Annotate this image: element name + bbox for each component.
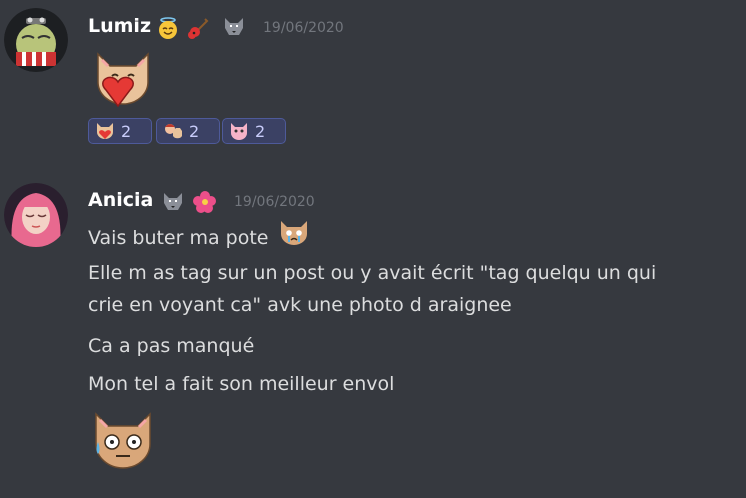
timestamp: 19/06/2020 [234,194,315,210]
reaction-cat-heart[interactable]: 2 [88,118,152,144]
scared-cat-sticker-icon [88,406,158,480]
avatar[interactable] [4,183,68,247]
message-line: Elle m as tag sur un post ou y avait écr… [88,262,657,284]
reaction-pink-cat[interactable]: 2 [222,118,286,144]
reaction-count: 2 [189,121,200,141]
wolf-icon [161,190,185,214]
reaction-count: 2 [121,121,132,141]
avatar[interactable] [4,8,68,72]
timestamp: 19/06/2020 [263,20,344,36]
reaction-count: 2 [255,121,266,141]
message-line: Ca a pas manqué [88,335,255,357]
message-line: Mon tel a fait son meilleur envol [88,373,395,395]
author-name[interactable]: Lumiz [88,15,151,37]
author-name[interactable]: Anicia [88,189,153,211]
wolf-icon [222,15,246,39]
cat-girl-sticker-icon [165,124,182,139]
message-line: crie en voyant ca" avk une photo d araig… [88,294,512,316]
crying-cat-icon [279,218,309,259]
message-text: Vais buter ma pote [88,227,269,249]
cat-heart-sticker-icon [97,123,113,139]
reaction-cat-girl[interactable]: 2 [156,118,220,144]
hibiscus-icon [193,190,217,214]
cat-heart-sticker-icon [88,44,158,118]
pink-cat-sticker-icon [231,123,247,140]
guitar-icon [186,16,210,40]
angel-face-icon [156,16,180,40]
message-line: Vais buter ma pote [88,218,309,259]
